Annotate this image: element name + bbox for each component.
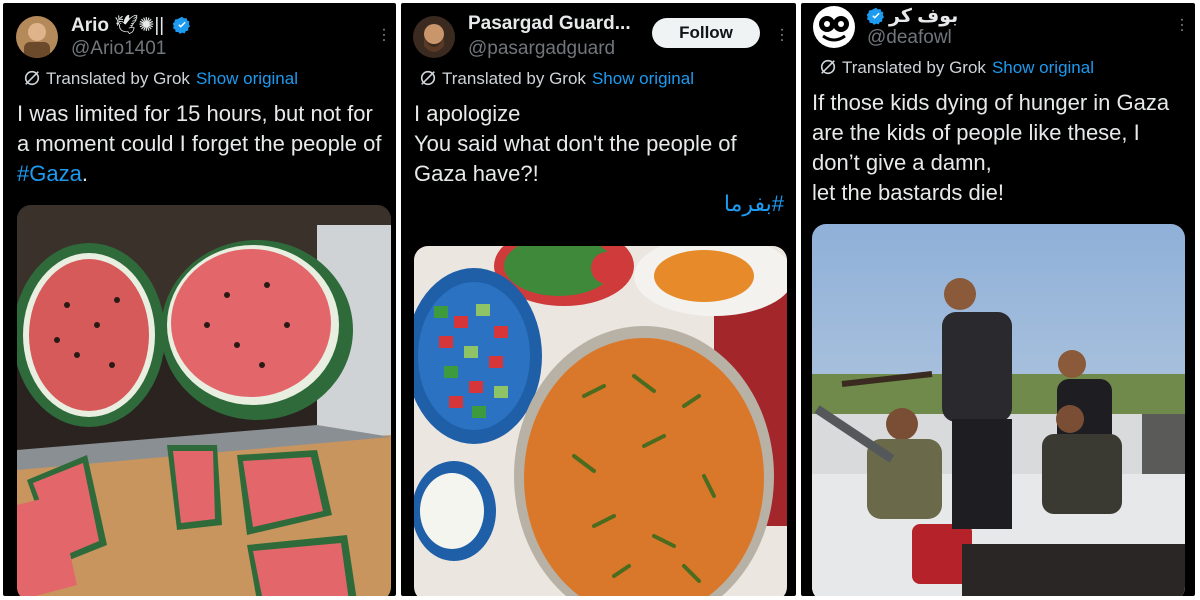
avatar[interactable] <box>413 16 455 58</box>
author-name[interactable]: Ario 🕊✺|| <box>71 13 191 40</box>
grok-icon <box>420 70 436 86</box>
hashtag-link[interactable]: #بفرما <box>724 191 784 217</box>
translation-notice: Translated by Grok Show original <box>419 69 694 89</box>
tweet-card-ario: Ario 🕊✺|| @Ario1401 ⋯ Translated by Grok… <box>3 3 396 596</box>
more-options-icon[interactable]: ⋯ <box>1173 17 1190 33</box>
verified-badge-icon <box>173 16 191 40</box>
show-original-link[interactable]: Show original <box>196 69 298 88</box>
tweet-text-end: . <box>81 161 88 186</box>
author-name-text: بوف کر <box>889 6 959 27</box>
translation-notice: Translated by Grok Show original <box>819 58 1094 78</box>
avatar[interactable] <box>813 6 855 48</box>
show-original-link[interactable]: Show original <box>592 69 694 88</box>
author-handle[interactable]: @deafowl <box>867 27 952 49</box>
translated-label: Translated by Grok <box>442 69 586 88</box>
hashtag-link[interactable]: #Gaza <box>17 161 82 186</box>
show-original-link[interactable]: Show original <box>992 58 1094 77</box>
watermelon-photo[interactable] <box>17 205 391 596</box>
author-handle[interactable]: @Ario1401 <box>71 38 166 60</box>
tweet-text: If those kids dying of hunger in Gaza ar… <box>812 90 1170 205</box>
author-handle[interactable]: @pasargadguard <box>468 38 615 60</box>
author-name[interactable]: Pasargad Guard... <box>468 13 631 35</box>
more-options-icon[interactable]: ⋯ <box>375 27 392 43</box>
tweet-text: I apologize You said what don't the peop… <box>414 101 737 186</box>
more-options-icon[interactable]: ⋯ <box>773 27 790 43</box>
persian-rice-feast-photo[interactable] <box>414 246 787 596</box>
translated-label: Translated by Grok <box>842 58 986 77</box>
follow-button[interactable]: Follow <box>652 18 760 48</box>
author-name-text: Ario <box>71 15 109 36</box>
tweet-text-body: I was limited for 15 hours, but not for … <box>17 101 382 156</box>
avatar[interactable] <box>16 16 58 58</box>
armed-men-truck-photo[interactable] <box>812 224 1185 596</box>
translated-label: Translated by Grok <box>46 69 190 88</box>
translation-notice: Translated by Grok Show original <box>23 69 298 89</box>
grok-icon <box>820 59 836 75</box>
tweet-text: I was limited for 15 hours, but not for … <box>17 99 387 189</box>
author-name-emoji: 🕊✺|| <box>114 15 165 36</box>
tweet-card-pasargad: Pasargad Guard... @pasargadguard Follow … <box>401 3 796 596</box>
tweet-card-deafowl: بوف کر @deafowl ⋯ Translated by Grok Show… <box>801 3 1195 596</box>
grok-icon <box>24 70 40 86</box>
